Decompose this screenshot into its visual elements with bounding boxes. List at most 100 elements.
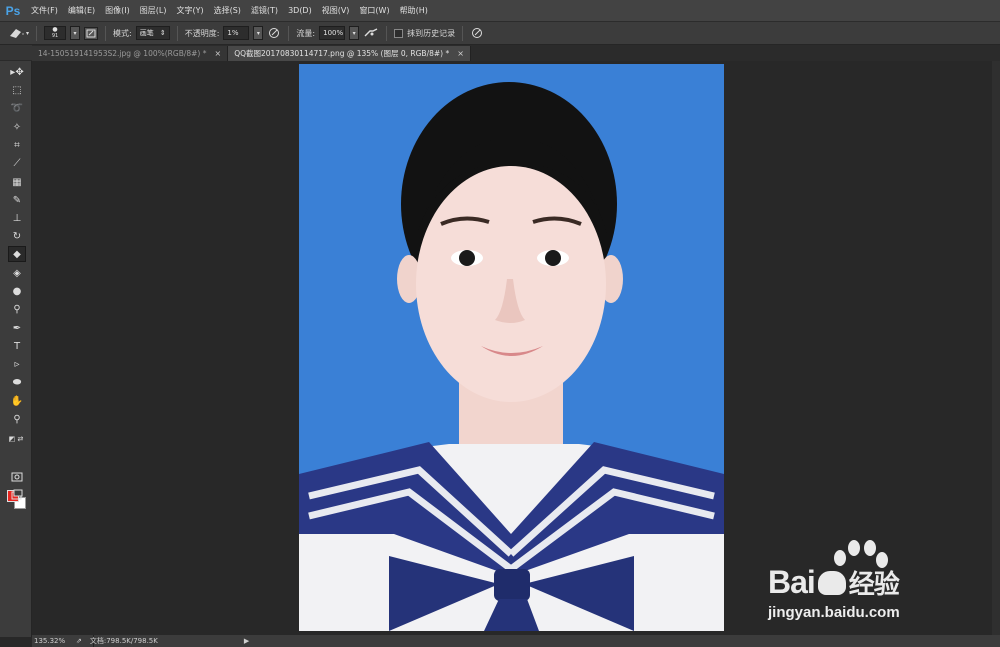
crop-tool-button[interactable]: ⌗ xyxy=(8,137,26,153)
chevron-updown-icon: ⇕ xyxy=(159,29,166,37)
menu-help[interactable]: 帮助(H) xyxy=(395,0,433,22)
brush-size-picker[interactable]: ● 91 xyxy=(44,26,67,40)
dodge-tool-icon: ⚲ xyxy=(13,303,21,315)
hand-tool-icon: ✋ xyxy=(10,395,24,407)
status-menu-arrow-icon[interactable]: ▶ xyxy=(244,637,249,645)
tab-document-2[interactable]: QQ截图20170830114717.png @ 135% (图层 0, RGB… xyxy=(228,46,471,61)
eraser-tool-icon: ◆ xyxy=(13,248,21,260)
watermark-brand-latin: Bai xyxy=(768,564,816,600)
eraser-icon xyxy=(10,29,24,38)
opacity-input[interactable]: 1% xyxy=(223,26,250,40)
menu-3d[interactable]: 3D(D) xyxy=(283,0,317,22)
type-tool-button[interactable]: T xyxy=(8,338,26,354)
brush-panel-icon xyxy=(86,29,96,37)
menu-edit[interactable]: 编辑(E) xyxy=(63,0,100,22)
menu-view[interactable]: 视图(V) xyxy=(317,0,355,22)
swap-colors-icon[interactable]: ◩ ⇄ xyxy=(6,431,26,447)
zoom-tool-button[interactable]: ⚲ xyxy=(8,411,26,427)
opacity-dropdown[interactable]: ▾ xyxy=(253,26,264,40)
baidu-watermark: Bai 经验 jingyan.baidu.com xyxy=(760,538,960,628)
path-selection-tool-button[interactable]: ▹ xyxy=(8,356,26,372)
tools-panel: ▸✥ ⬚ ➰ ✧ ⌗ ⟋ ▦ ✎ ⊥ ↻ ◆ ◈ ● ⚲ ✒ T ▹ ⬬ ✋ ⚲ ◩ ⇄ xyxy=(0,45,32,637)
eyedropper-tool-button[interactable]: ⟋ xyxy=(8,155,26,171)
ellipse-tool-button[interactable]: ⬬ xyxy=(8,374,26,390)
separator xyxy=(288,25,290,41)
vertical-scrollbar[interactable] xyxy=(992,61,1000,635)
photoshop-window: Ps 文件(F) 编辑(E) 图像(I) 图层(L) 文字(Y) 选择(S) 滤… xyxy=(0,0,1000,647)
hand-tool-button[interactable]: ✋ xyxy=(8,393,26,409)
pressure-opacity-toggle[interactable] xyxy=(267,27,281,39)
pressure-size-icon xyxy=(472,28,483,38)
quick-mask-button[interactable] xyxy=(8,469,26,485)
clone-stamp-tool-button[interactable]: ⊥ xyxy=(8,210,26,226)
close-icon[interactable]: × xyxy=(457,49,464,58)
menu-window[interactable]: 窗口(W) xyxy=(354,0,394,22)
screen-mode-button[interactable] xyxy=(8,487,26,503)
menu-filter[interactable]: 滤镜(T) xyxy=(246,0,283,22)
brush-size-value: 91 xyxy=(51,33,59,39)
brush-panel-toggle[interactable] xyxy=(84,26,99,40)
history-brush-tool-icon: ↻ xyxy=(12,230,22,242)
menu-select[interactable]: 选择(S) xyxy=(209,0,246,22)
magic-wand-tool-icon: ✧ xyxy=(12,121,22,133)
brush-tool-icon: ✎ xyxy=(12,194,22,206)
dodge-tool-button[interactable]: ⚲ xyxy=(8,301,26,317)
pen-tool-icon: ✒ xyxy=(12,322,22,334)
watermark-brand-suffix: 经验 xyxy=(848,570,900,600)
brush-tool-button[interactable]: ✎ xyxy=(8,192,26,208)
healing-brush-tool-icon: ▦ xyxy=(12,176,22,188)
history-brush-tool-button[interactable]: ↻ xyxy=(8,228,26,244)
paint-bucket-tool-button[interactable]: ◈ xyxy=(8,265,26,281)
path-selection-tool-icon: ▹ xyxy=(14,358,20,370)
marquee-tool-icon: ⬚ xyxy=(12,84,22,96)
separator xyxy=(386,25,388,41)
flow-input[interactable]: 100% xyxy=(319,26,346,40)
tab-document-1[interactable]: 14-150519141953S2.jpg @ 100%(RGB/8#) * × xyxy=(32,46,229,61)
airbrush-icon xyxy=(364,28,378,37)
pressure-icon xyxy=(269,28,280,38)
brush-size-dropdown[interactable]: ▾ xyxy=(70,26,81,40)
document-size-info: 文档:798.5K/798.5K xyxy=(89,637,158,645)
airbrush-toggle[interactable] xyxy=(363,28,379,38)
flow-dropdown[interactable]: ▾ xyxy=(349,26,360,40)
mode-value: 画笔 xyxy=(139,29,154,37)
pressure-size-toggle[interactable] xyxy=(470,27,484,39)
mode-select[interactable]: 画笔 ⇕ xyxy=(135,26,170,40)
separator xyxy=(462,25,464,41)
separator xyxy=(36,25,38,41)
erase-history-checkbox[interactable] xyxy=(394,28,404,38)
menu-type[interactable]: 文字(Y) xyxy=(171,0,208,22)
blur-tool-button[interactable]: ● xyxy=(8,283,26,299)
tool-preset-picker[interactable]: ▾ xyxy=(8,27,29,39)
menu-bar: Ps 文件(F) 编辑(E) 图像(I) 图层(L) 文字(Y) 选择(S) 滤… xyxy=(0,0,1000,22)
clone-stamp-tool-icon: ⊥ xyxy=(12,212,22,224)
tools-panel-grip[interactable] xyxy=(0,45,32,61)
quick-mask-icon xyxy=(11,472,23,482)
menu-layer[interactable]: 图层(L) xyxy=(135,0,172,22)
separator xyxy=(105,25,107,41)
options-bar: ▾ ● 91 ▾ 模式: 画笔 ⇕ 不透明度: 1% ▾ 流量: 100% ▾ xyxy=(0,22,1000,45)
ellipse-tool-icon: ⬬ xyxy=(12,376,22,388)
menu-image[interactable]: 图像(I) xyxy=(100,0,135,22)
document-canvas[interactable] xyxy=(299,64,724,631)
marquee-tool-button[interactable]: ⬚ xyxy=(8,82,26,98)
move-tool-button[interactable]: ▸✥ xyxy=(8,64,26,80)
watermark-url: jingyan.baidu.com xyxy=(768,604,900,621)
pen-tool-button[interactable]: ✒ xyxy=(8,320,26,336)
healing-brush-tool-button[interactable]: ▦ xyxy=(8,174,26,190)
crop-tool-icon: ⌗ xyxy=(14,139,20,151)
close-icon[interactable]: × xyxy=(214,49,221,58)
app-logo: Ps xyxy=(5,3,21,18)
status-bar: 135.32% ⇗ 文档:798.5K/798.5K ▶ xyxy=(32,635,1000,647)
screen-mode-icon xyxy=(11,489,23,500)
move-tool-icon: ▸✥ xyxy=(10,66,24,78)
eraser-tool-button[interactable]: ◆ xyxy=(8,246,26,262)
watermark-brand: Bai 经验 xyxy=(768,564,900,601)
tab-title: 14-150519141953S2.jpg @ 100%(RGB/8#) * xyxy=(38,49,207,58)
mode-label: 模式: xyxy=(113,28,132,38)
portrait-photo xyxy=(299,64,724,631)
lasso-tool-button[interactable]: ➰ xyxy=(8,100,26,116)
menu-file[interactable]: 文件(F) xyxy=(26,0,63,22)
magic-wand-tool-button[interactable]: ✧ xyxy=(8,119,26,135)
zoom-tool-icon: ⚲ xyxy=(13,413,21,425)
